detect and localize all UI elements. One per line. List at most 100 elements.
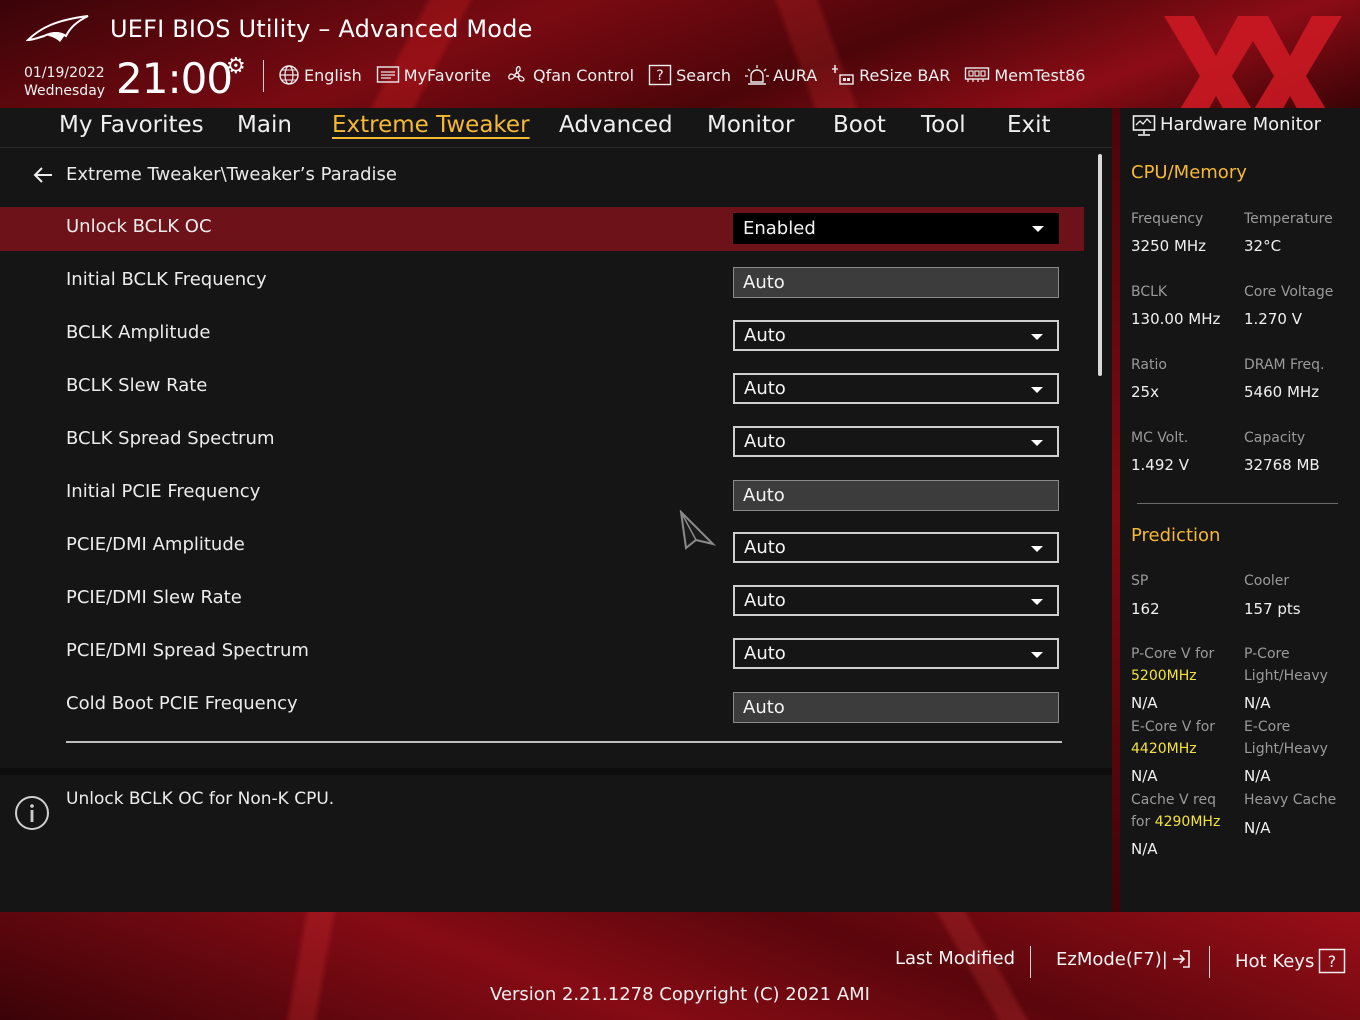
hw-sp-value: 162 bbox=[1131, 600, 1160, 618]
setting-cold-boot-pcie-frequency-field[interactable]: Auto bbox=[733, 692, 1059, 723]
last-modified-label: Last Modified bbox=[895, 948, 1016, 969]
setting-pcie-dmi-slew-rate-dropdown[interactable]: Auto bbox=[733, 585, 1059, 616]
dropdown-value: Auto bbox=[744, 590, 786, 611]
setting-bclk-spread-spectrum-label: BCLK Spread Spectrum bbox=[66, 428, 275, 449]
clock-settings-gear-icon[interactable]: ⚙ bbox=[226, 54, 246, 79]
hw-core-voltage-label: Core Voltage bbox=[1244, 284, 1334, 300]
hw-cooler-value: 157 pts bbox=[1244, 600, 1301, 618]
chevron-down-icon bbox=[1032, 226, 1044, 232]
hw-frequency-label: Frequency bbox=[1131, 211, 1204, 227]
hw-heavy-cache-value: N/A bbox=[1244, 819, 1271, 837]
ezmode-label: EzMode(F7)| bbox=[1056, 948, 1168, 970]
hw-pcore-v-freq: 5200MHz bbox=[1131, 668, 1197, 684]
chevron-down-icon bbox=[1031, 652, 1043, 658]
hw-pcore-v-value: N/A bbox=[1131, 694, 1158, 712]
settings-scrollbar[interactable] bbox=[1098, 154, 1102, 376]
qfan-control-button[interactable]: Qfan Control bbox=[505, 63, 634, 87]
tab-my-favorites[interactable]: My Favorites bbox=[59, 112, 204, 138]
myfavorite-label: MyFavorite bbox=[403, 65, 491, 85]
info-icon bbox=[15, 796, 49, 830]
tab-extreme-tweaker[interactable]: Extreme Tweaker bbox=[332, 112, 530, 138]
setting-initial-pcie-frequency-field[interactable]: Auto bbox=[733, 480, 1059, 511]
hot-keys-label: Hot Keys bbox=[1235, 950, 1315, 972]
hw-ratio-value: 25x bbox=[1131, 383, 1159, 401]
setting-bclk-spread-spectrum-dropdown[interactable]: Auto bbox=[733, 426, 1059, 457]
setting-unlock-bclk-oc-label: Unlock BCLK OC bbox=[66, 216, 212, 237]
hw-capacity-label: Capacity bbox=[1244, 430, 1306, 446]
hw-cache-v-label-2: for 4290MHz bbox=[1131, 812, 1220, 833]
header-toolbar: English MyFavorite Qfan Control ? Search bbox=[278, 62, 1099, 88]
field-value: Auto bbox=[743, 272, 785, 293]
aura-label: AURA bbox=[773, 65, 818, 85]
hw-dram-freq-label: DRAM Freq. bbox=[1244, 357, 1325, 373]
mouse-pointer-icon bbox=[679, 510, 716, 550]
memory-module-icon bbox=[965, 67, 990, 82]
chevron-down-icon bbox=[1031, 440, 1043, 446]
panel-separator-strip bbox=[1112, 108, 1120, 912]
favorite-list-icon bbox=[376, 66, 399, 83]
setting-pcie-dmi-slew-rate-label: PCIE/DMI Slew Rate bbox=[66, 587, 242, 608]
setting-initial-bclk-frequency-field[interactable]: Auto bbox=[733, 267, 1059, 298]
last-modified-button[interactable]: Last Modified bbox=[895, 948, 1015, 969]
help-description: Unlock BCLK OC for Non-K CPU. bbox=[66, 789, 335, 809]
setting-bclk-amplitude-label: BCLK Amplitude bbox=[66, 322, 211, 343]
tab-boot[interactable]: Boot bbox=[833, 112, 886, 138]
hw-bclk-label: BCLK bbox=[1131, 284, 1168, 300]
dropdown-value: Auto bbox=[744, 431, 786, 452]
hw-ecore-v-value: N/A bbox=[1131, 767, 1158, 785]
setting-bclk-amplitude-dropdown[interactable]: Auto bbox=[733, 320, 1059, 351]
setting-pcie-dmi-amplitude-label: PCIE/DMI Amplitude bbox=[66, 534, 245, 555]
hw-pcore-lh-value: N/A bbox=[1244, 694, 1271, 712]
rog-logo-icon bbox=[26, 15, 89, 42]
hw-temperature-value: 32°C bbox=[1244, 237, 1282, 255]
setting-pcie-dmi-amplitude-dropdown[interactable]: Auto bbox=[733, 532, 1059, 563]
hw-cache-v-label: Cache V req bbox=[1131, 792, 1216, 808]
hot-keys-button[interactable]: Hot Keys ? bbox=[1235, 948, 1346, 974]
resize-bar-button[interactable]: ReSize BAR bbox=[831, 63, 950, 87]
qfan-control-label: Qfan Control bbox=[533, 65, 635, 85]
chevron-down-icon bbox=[1031, 546, 1043, 552]
language-button[interactable]: English bbox=[278, 64, 362, 86]
hw-temperature-label: Temperature bbox=[1244, 211, 1333, 227]
hw-section-divider bbox=[1137, 503, 1338, 504]
tab-advanced[interactable]: Advanced bbox=[559, 112, 673, 138]
setting-unlock-bclk-oc-dropdown[interactable]: Enabled bbox=[733, 213, 1059, 244]
hw-ecore-v-label: E-Core V for bbox=[1131, 719, 1216, 735]
footer-separator bbox=[1030, 946, 1031, 978]
hw-ecore-lh-label: E-Core bbox=[1244, 719, 1291, 735]
hw-cache-v-for: for bbox=[1131, 814, 1151, 830]
setting-pcie-dmi-spread-spectrum-dropdown[interactable]: Auto bbox=[733, 638, 1059, 669]
setting-initial-pcie-frequency-label: Initial PCIE Frequency bbox=[66, 481, 261, 502]
hw-heavy-cache-label: Heavy Cache bbox=[1244, 792, 1337, 808]
setting-initial-bclk-frequency-label: Initial BCLK Frequency bbox=[66, 269, 267, 290]
dropdown-value: Enabled bbox=[743, 218, 816, 239]
back-arrow-icon[interactable] bbox=[32, 166, 54, 184]
memtest-label: MemTest86 bbox=[994, 65, 1086, 85]
memtest-button[interactable]: MemTest86 bbox=[964, 66, 1085, 85]
dropdown-value: Auto bbox=[744, 643, 786, 664]
hw-mc-volt-label: MC Volt. bbox=[1131, 430, 1189, 446]
prediction-section-title: Prediction bbox=[1131, 525, 1221, 546]
footer-separator bbox=[1209, 946, 1210, 978]
date-display: 01/19/2022 Wednesday bbox=[24, 64, 105, 100]
svg-text:?: ? bbox=[1328, 952, 1337, 971]
tab-exit[interactable]: Exit bbox=[1007, 112, 1051, 138]
chevron-down-icon bbox=[1031, 599, 1043, 605]
tab-monitor[interactable]: Monitor bbox=[707, 112, 794, 138]
field-value: Auto bbox=[743, 485, 785, 506]
breadcrumb-path: Extreme Tweaker\Tweaker’s Paradise bbox=[66, 164, 397, 185]
aura-light-icon bbox=[745, 65, 770, 85]
myfavorite-button[interactable]: MyFavorite bbox=[376, 65, 491, 85]
tab-main[interactable]: Main bbox=[237, 112, 292, 138]
hardware-monitor-title: Hardware Monitor bbox=[1160, 114, 1322, 135]
aura-button[interactable]: AURA bbox=[745, 64, 817, 86]
tab-tool[interactable]: Tool bbox=[921, 112, 966, 138]
hw-ratio-label: Ratio bbox=[1131, 357, 1167, 373]
search-label: Search bbox=[676, 65, 732, 85]
setting-bclk-slew-rate-label: BCLK Slew Rate bbox=[66, 375, 208, 396]
main-navigation: My Favorites Main Extreme Tweaker Advanc… bbox=[0, 108, 1112, 148]
ezmode-button[interactable]: EzMode(F7)| bbox=[1056, 948, 1192, 970]
search-button[interactable]: ? Search bbox=[648, 64, 731, 86]
resize-bar-label: ReSize BAR bbox=[859, 65, 951, 85]
setting-bclk-slew-rate-dropdown[interactable]: Auto bbox=[733, 373, 1059, 404]
